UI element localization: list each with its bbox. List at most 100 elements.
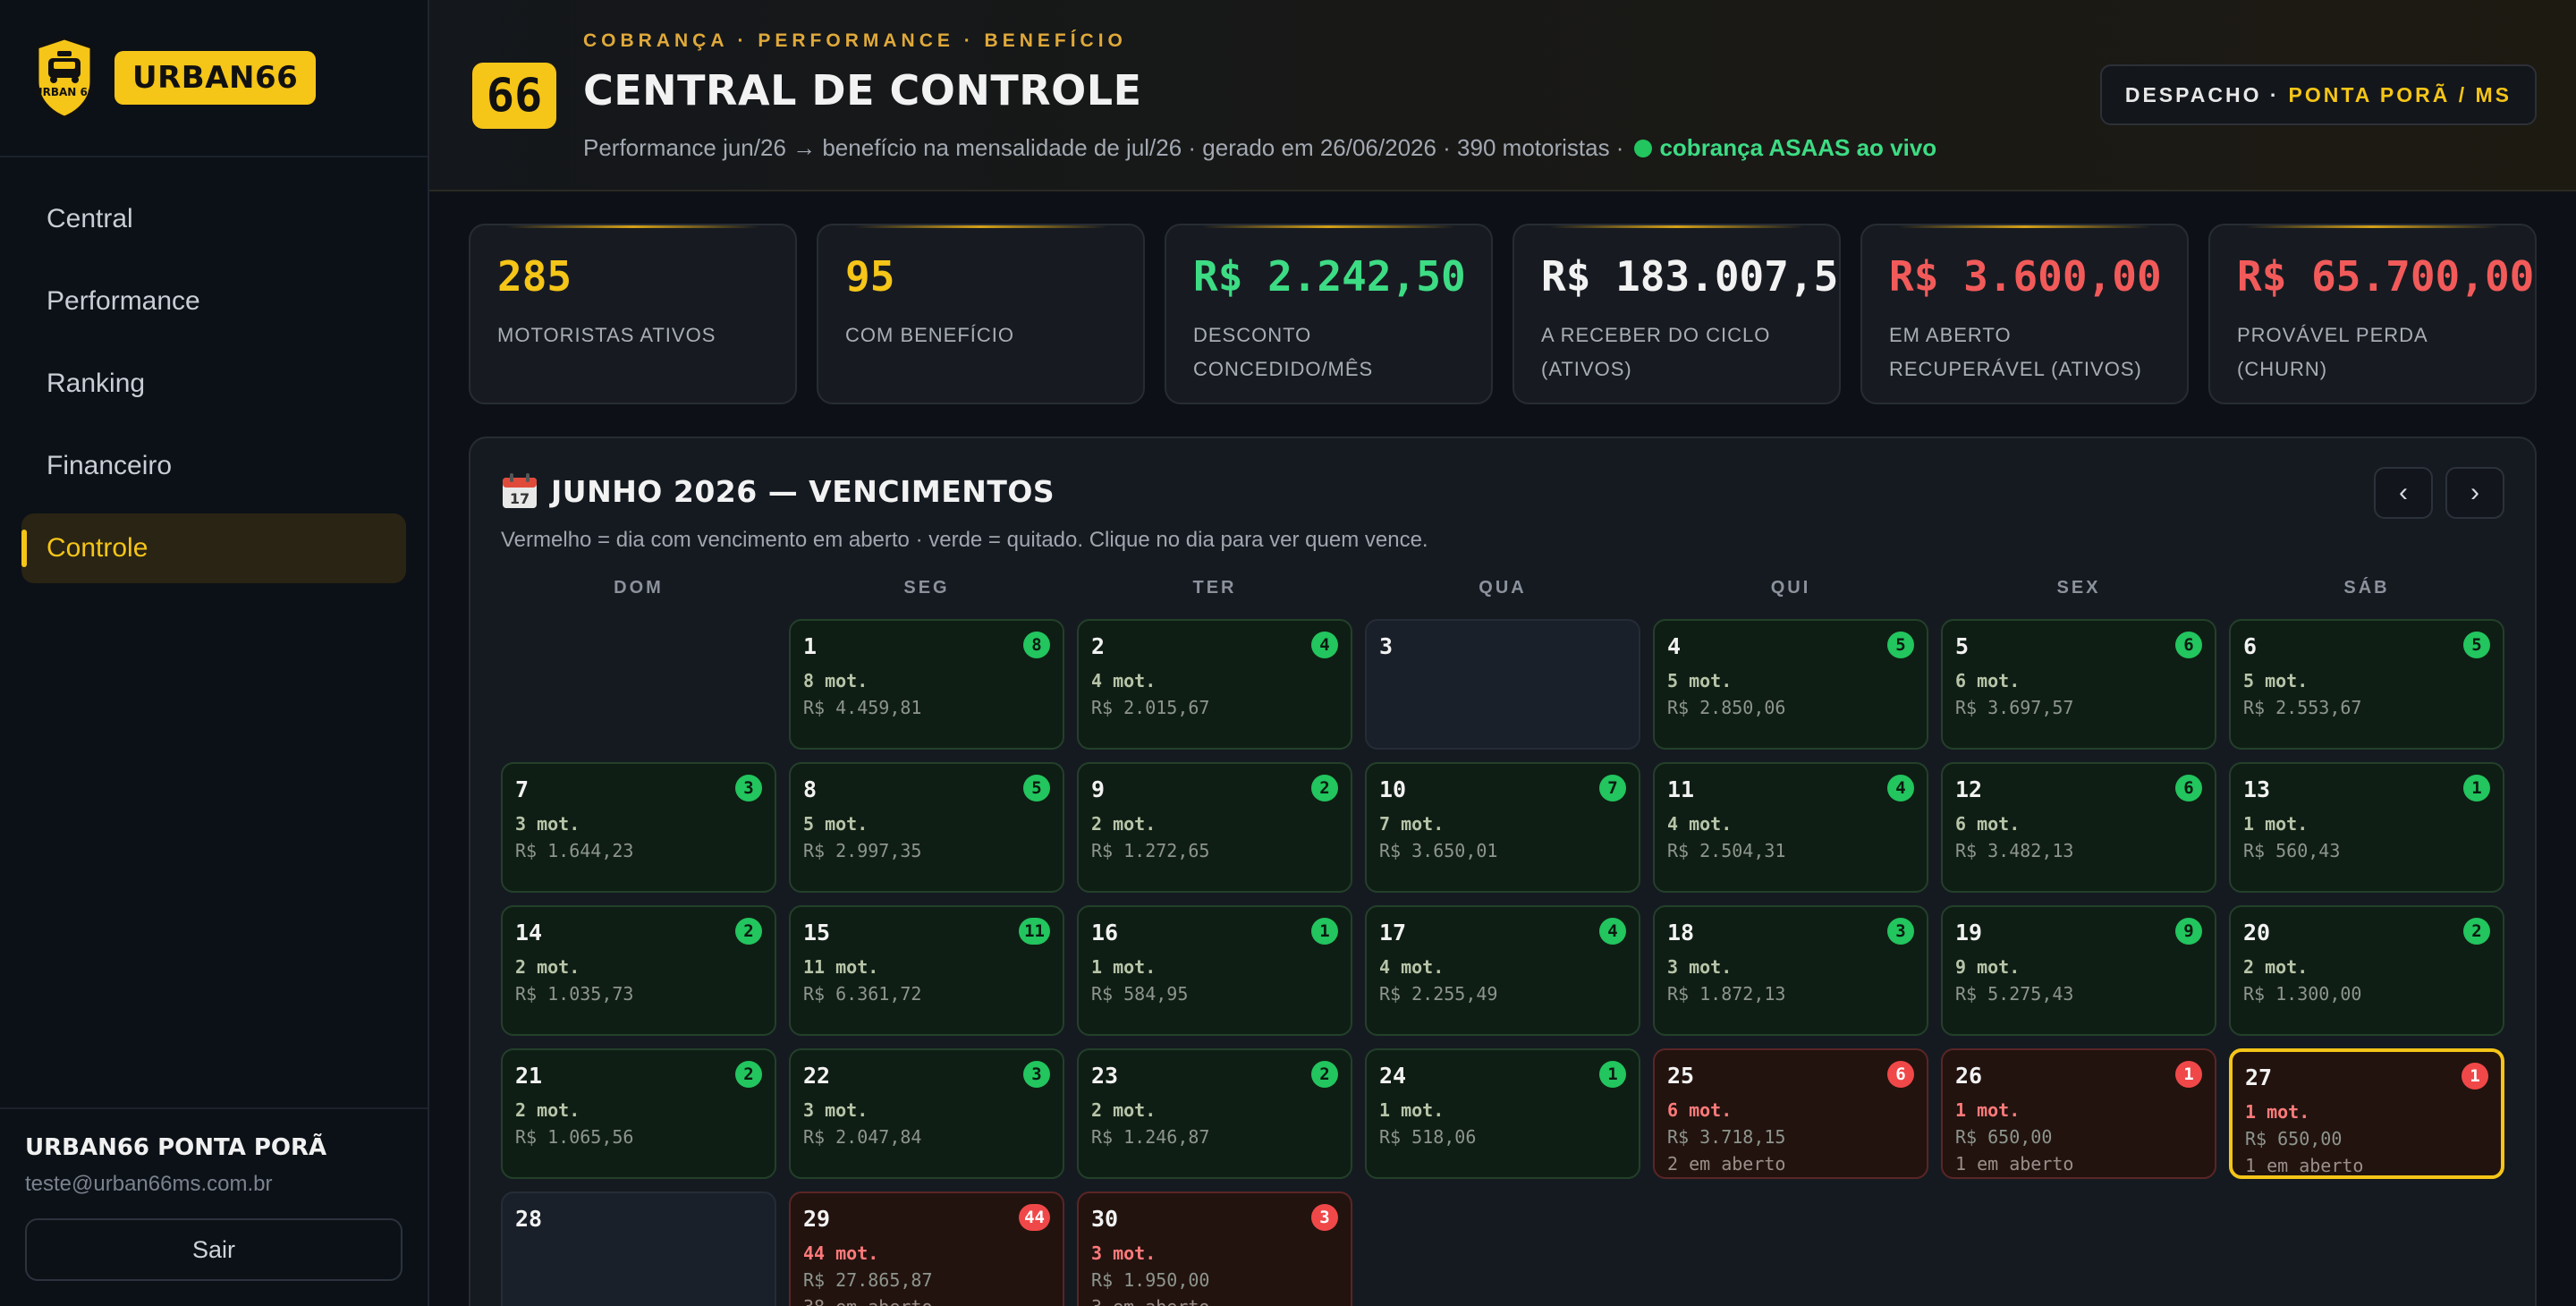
logout-button[interactable]: Sair [25, 1218, 402, 1281]
calendar-day-25[interactable]: 25 6 6 mot. R$ 3.718,15 2 em aberto [1653, 1048, 1928, 1179]
day-amount: R$ 2.015,67 [1091, 697, 1210, 718]
sidebar-nav: Central Performance Ranking Financeiro C… [0, 157, 428, 583]
live-status-text: cobrança ASAAS ao vivo [1659, 134, 1937, 161]
driver-count-badge: 2 [1311, 1061, 1338, 1088]
calendar-day-7[interactable]: 7 3 3 mot. R$ 1.644,23 [501, 762, 776, 893]
day-amount: R$ 2.047,84 [803, 1126, 922, 1148]
day-number: 8 [803, 776, 818, 802]
day-number: 28 [515, 1206, 543, 1232]
calendar-day-30[interactable]: 30 3 3 mot. R$ 1.950,00 3 em aberto [1077, 1192, 1352, 1306]
day-number: 24 [1379, 1063, 1407, 1089]
dispatch-label: DESPACHO · [2124, 82, 2280, 106]
driver-count-badge: 4 [1311, 632, 1338, 658]
driver-count-badge: 5 [2463, 632, 2490, 658]
sidebar-item-label: Controle [47, 533, 148, 563]
calendar-day-15[interactable]: 15 11 11 mot. R$ 6.361,72 [789, 905, 1064, 1036]
kpi-value: 95 [845, 252, 895, 301]
day-open-count: 1 em aberto [1955, 1153, 2074, 1175]
calendar-day-3[interactable]: 3 [1365, 619, 1640, 750]
kpi-label: COM BENEFÍCIO [845, 324, 1015, 346]
sidebar-item-performance[interactable]: Performance [21, 267, 406, 336]
calendar-day-22[interactable]: 22 3 3 mot. R$ 2.047,84 [789, 1048, 1064, 1179]
day-amount: R$ 3.650,01 [1379, 840, 1498, 861]
calendar-day-2[interactable]: 2 4 4 mot. R$ 2.015,67 [1077, 619, 1352, 750]
calendar-header: 17 JUNHO 2026 — VENCIMENTOS [501, 472, 1055, 510]
calendar-day-6[interactable]: 6 5 5 mot. R$ 2.553,67 [2229, 619, 2504, 750]
calendar-day-9[interactable]: 9 2 2 mot. R$ 1.272,65 [1077, 762, 1352, 893]
weekday-header: SEX [2056, 578, 2101, 598]
dispatch-selector[interactable]: DESPACHO · PONTA PORÃ / MS [2099, 64, 2537, 125]
calendar-title: JUNHO 2026 — VENCIMENTOS [551, 473, 1055, 509]
weekday-header: QUA [1479, 578, 1527, 598]
day-amount: R$ 2.997,35 [803, 840, 922, 861]
kpi-label: PROVÁVEL PERDA (CHURN) [2237, 324, 2428, 380]
page-header: 66 COBRANÇA · PERFORMANCE · BENEFÍCIO CE… [429, 0, 2576, 191]
sidebar-item-financeiro[interactable]: Financeiro [21, 431, 406, 501]
day-drivers: 1 mot. [1091, 956, 1157, 978]
calendar-day-11[interactable]: 11 4 4 mot. R$ 2.504,31 [1653, 762, 1928, 893]
calendar-day-8[interactable]: 8 5 5 mot. R$ 2.997,35 [789, 762, 1064, 893]
day-number: 18 [1667, 920, 1695, 946]
driver-count-badge: 3 [1023, 1061, 1050, 1088]
calendar-day-26[interactable]: 26 1 1 mot. R$ 650,00 1 em aberto [1941, 1048, 2216, 1179]
sidebar-item-controle[interactable]: Controle [21, 513, 406, 583]
calendar-day-13[interactable]: 13 1 1 mot. R$ 560,43 [2229, 762, 2504, 893]
driver-count-badge: 1 [1311, 918, 1338, 945]
day-number: 11 [1667, 776, 1695, 802]
calendar-day-28[interactable]: 28 [501, 1192, 776, 1306]
sidebar: URBAN 66 URBAN66 Central Performance Ran… [0, 0, 429, 1306]
calendar-next-button[interactable]: › [2445, 467, 2504, 519]
calendar-day-19[interactable]: 19 9 9 mot. R$ 5.275,43 [1941, 905, 2216, 1036]
day-number: 9 [1091, 776, 1106, 802]
day-drivers: 5 mot. [2243, 670, 2309, 691]
day-number: 20 [2243, 920, 2271, 946]
day-open-count: 2 em aberto [1667, 1153, 1786, 1175]
day-drivers: 2 mot. [2243, 956, 2309, 978]
day-number: 21 [515, 1063, 543, 1089]
calendar-prev-button[interactable]: ‹ [2374, 467, 2433, 519]
day-number: 2 [1091, 633, 1106, 659]
day-drivers: 6 mot. [1667, 1099, 1733, 1121]
header-badge: 66 [472, 63, 556, 129]
day-drivers: 6 mot. [1955, 670, 2021, 691]
kpi-card-em-aberto: R$ 3.600,00 EM ABERTO RECUPERÁVEL (ATIVO… [1860, 224, 2189, 404]
calendar-day-18[interactable]: 18 3 3 mot. R$ 1.872,13 [1653, 905, 1928, 1036]
day-number: 25 [1667, 1063, 1695, 1089]
day-amount: R$ 2.504,31 [1667, 840, 1786, 861]
day-number: 12 [1955, 776, 1983, 802]
calendar-day-5[interactable]: 5 6 6 mot. R$ 3.697,57 [1941, 619, 2216, 750]
calendar-day-4[interactable]: 4 5 5 mot. R$ 2.850,06 [1653, 619, 1928, 750]
day-amount: R$ 650,00 [1955, 1126, 2053, 1148]
day-number: 15 [803, 920, 831, 946]
calendar-day-21[interactable]: 21 2 2 mot. R$ 1.065,56 [501, 1048, 776, 1179]
day-drivers: 44 mot. [803, 1242, 879, 1264]
calendar-day-14[interactable]: 14 2 2 mot. R$ 1.035,73 [501, 905, 776, 1036]
calendar-day-24[interactable]: 24 1 1 mot. R$ 518,06 [1365, 1048, 1640, 1179]
calendar-day-20[interactable]: 20 2 2 mot. R$ 1.300,00 [2229, 905, 2504, 1036]
calendar-day-12[interactable]: 12 6 6 mot. R$ 3.482,13 [1941, 762, 2216, 893]
brand[interactable]: URBAN 66 URBAN66 [0, 0, 428, 157]
driver-count-badge: 2 [735, 1061, 762, 1088]
calendar-day-1[interactable]: 1 8 8 mot. R$ 4.459,81 [789, 619, 1064, 750]
day-open-count: 1 em aberto [2245, 1155, 2364, 1176]
sidebar-item-ranking[interactable]: Ranking [21, 349, 406, 419]
day-amount: R$ 1.035,73 [515, 983, 634, 1005]
day-amount: R$ 650,00 [2245, 1128, 2343, 1149]
calendar-day-17[interactable]: 17 4 4 mot. R$ 2.255,49 [1365, 905, 1640, 1036]
day-drivers: 1 mot. [2243, 813, 2309, 835]
calendar-day-23[interactable]: 23 2 2 mot. R$ 1.246,87 [1077, 1048, 1352, 1179]
calendar-day-27[interactable]: 27 1 1 mot. R$ 650,00 1 em aberto [2229, 1048, 2504, 1179]
sidebar-item-central[interactable]: Central [21, 184, 406, 254]
calendar-day-16[interactable]: 16 1 1 mot. R$ 584,95 [1077, 905, 1352, 1036]
calendar-day-29[interactable]: 29 44 44 mot. R$ 27.865,87 38 em aberto [789, 1192, 1064, 1306]
day-amount: R$ 5.275,43 [1955, 983, 2074, 1005]
day-amount: R$ 2.553,67 [2243, 697, 2362, 718]
day-number: 27 [2245, 1064, 2273, 1090]
day-amount: R$ 3.718,15 [1667, 1126, 1786, 1148]
driver-count-badge: 5 [1887, 632, 1914, 658]
calendar-day-10[interactable]: 10 7 7 mot. R$ 3.650,01 [1365, 762, 1640, 893]
calendar-weekdays: DOM SEG TER QUA QUI SEX SÁB [501, 578, 2504, 598]
user-email: teste@urban66ms.com.br [25, 1172, 273, 1196]
driver-count-badge: 3 [1311, 1204, 1338, 1231]
day-amount: R$ 584,95 [1091, 983, 1189, 1005]
